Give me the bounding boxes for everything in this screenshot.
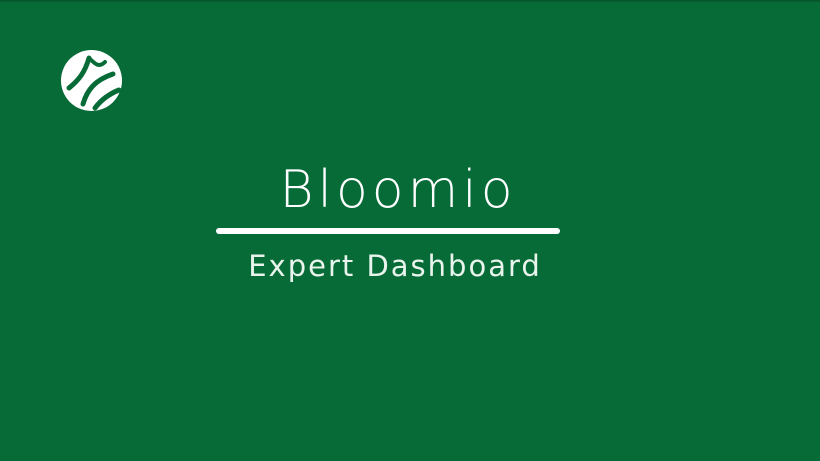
app-title: Bloomio	[279, 160, 517, 220]
splash-title-block: Bloomio Expert Dashboard	[0, 150, 820, 290]
app-subtitle: Expert Dashboard	[248, 249, 542, 283]
top-shadow	[0, 0, 820, 3]
title-underline	[216, 228, 560, 234]
leaf-logo-icon	[61, 50, 122, 111]
